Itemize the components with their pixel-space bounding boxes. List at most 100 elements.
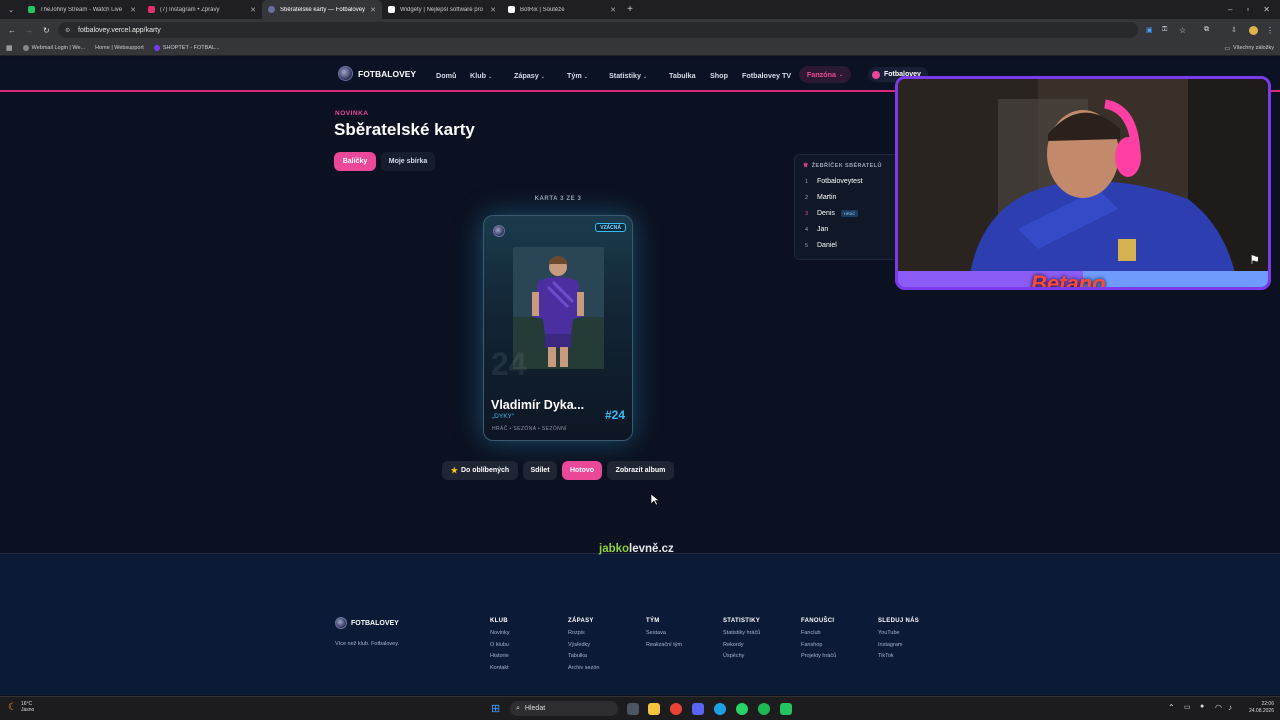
chrome-icon[interactable] [670, 703, 682, 715]
close-tab-icon[interactable]: ✕ [370, 6, 376, 14]
close-window-icon[interactable]: ✕ [1263, 5, 1270, 14]
bookmark-label: Webmail Login | We... [31, 45, 86, 51]
nav-tabulka[interactable]: Tabulka [669, 71, 696, 80]
footer-link[interactable]: Fanclub [801, 630, 836, 636]
footer-link[interactable]: Realizační tým [646, 642, 682, 648]
tray-app-icon[interactable]: ▭ [1184, 703, 1191, 711]
close-tab-icon[interactable]: ✕ [490, 6, 496, 14]
nav-label: Statistiky [609, 71, 641, 80]
all-bookmarks-button[interactable]: ▭ Všechny záložky [1224, 45, 1274, 52]
nav-shop[interactable]: Shop [710, 71, 728, 80]
footer-link[interactable]: Projekty hráčů [801, 653, 836, 659]
tab-packs[interactable]: Balíčky [334, 152, 376, 171]
footer-link[interactable]: Archiv sezón [568, 665, 600, 671]
translate-icon[interactable]: ▣ [1146, 26, 1153, 34]
nav-home[interactable]: Domů [436, 71, 456, 80]
footer-link[interactable]: Tabulka [568, 653, 600, 659]
footer-link[interactable]: Instagram [878, 642, 919, 648]
bookmark-webmail[interactable]: Webmail Login | We... [22, 45, 86, 51]
extensions-icon[interactable]: ⧉ [1204, 26, 1209, 34]
volume-icon[interactable]: ♪ [1228, 703, 1232, 712]
browser-tab-2[interactable]: (7) Instagram • Zprávy ✕ [142, 0, 262, 19]
bookmark-star-icon[interactable]: ☆ [1179, 26, 1186, 35]
nav-klub[interactable]: Klub ⌄ [470, 71, 492, 80]
site-info-icon[interactable]: ⚙ [65, 27, 70, 34]
apps-grid-icon[interactable]: ▦ [6, 44, 13, 52]
nav-statistiky[interactable]: Statistiky ⌄ [609, 71, 647, 80]
menu-kebab-icon[interactable]: ⋮ [1266, 26, 1274, 35]
leaderboard-row[interactable]: 1 Fotbaloveytest [805, 178, 863, 185]
footer-link[interactable]: Kontakt [490, 665, 510, 671]
nav-fanzona[interactable]: Fanzóna ⌄ [799, 66, 851, 83]
spotify-icon[interactable] [758, 703, 770, 715]
show-album-button[interactable]: Zobrazit album [607, 461, 674, 480]
footer-link[interactable]: O klubu [490, 642, 510, 648]
chevron-down-icon: ⌄ [487, 74, 493, 80]
close-tab-icon[interactable]: ✕ [130, 6, 136, 14]
task-view-icon[interactable] [627, 703, 639, 715]
windows-start-icon[interactable]: ⊞ [491, 702, 500, 715]
close-tab-icon[interactable]: ✕ [250, 6, 256, 14]
forward-icon[interactable]: → [25, 26, 33, 35]
downloads-icon[interactable]: ⇩ [1231, 26, 1237, 34]
back-icon[interactable]: ← [8, 26, 16, 35]
bookmark-websupport[interactable]: Home | Websupport [95, 45, 144, 51]
sponsor-jabkolevne-logo[interactable]: jabkolevně.cz [599, 543, 674, 555]
kick-app-icon[interactable] [780, 703, 792, 715]
whatsapp-icon[interactable] [736, 703, 748, 715]
close-tab-icon[interactable]: ✕ [610, 6, 616, 14]
footer-link[interactable]: Novinky [490, 630, 510, 636]
url-input[interactable]: ⚙ fotbalovey.vercel.app/karty [58, 22, 1138, 38]
minimize-icon[interactable]: – [1228, 5, 1232, 14]
player-name: Vladimír Dyka... [491, 398, 585, 412]
rank: 2 [805, 194, 809, 201]
site-logo[interactable]: FOTBALOVEY [338, 66, 416, 81]
nav-fotbalovey-tv[interactable]: Fotbalovey TV [742, 71, 791, 80]
leaderboard-row[interactable]: 2 Martin [805, 194, 836, 201]
new-tab-button[interactable]: + [622, 4, 638, 15]
footer-link[interactable]: Rekordy [723, 642, 760, 648]
footer-link[interactable]: Statistiky hráčů [723, 630, 760, 636]
taskbar-search[interactable]: ⌕ Hledat [510, 701, 618, 716]
favorite-button[interactable]: ★ Do oblíbených [442, 461, 518, 480]
browser-tab-5[interactable]: BotRix | Soutěže ✕ [502, 0, 622, 19]
footer-link[interactable]: Rozpis [568, 630, 600, 636]
tray-chevron-up-icon[interactable]: ⌃ [1168, 703, 1175, 712]
file-explorer-icon[interactable] [648, 703, 660, 715]
wifi-icon[interactable]: ◠ [1215, 703, 1222, 712]
footer-link[interactable]: YouTube [878, 630, 919, 636]
discord-icon[interactable] [692, 703, 704, 715]
done-button[interactable]: Hotovo [562, 461, 602, 480]
bookmark-label: SHOPTET - FOTBAL... [162, 45, 220, 51]
tab-search-icon[interactable]: ⌄ [0, 0, 22, 19]
edge-icon[interactable] [714, 703, 726, 715]
footer-link[interactable]: Fanshop [801, 642, 836, 648]
tab-my-collection[interactable]: Moje sbírka [381, 152, 435, 171]
share-button[interactable]: Sdílet [523, 461, 557, 480]
clock[interactable]: 22:06 24.08.2026 [1242, 701, 1274, 715]
page-kicker: NOVINKA [335, 110, 369, 117]
footer-link[interactable]: Výsledky [568, 642, 600, 648]
leaderboard-row[interactable]: 3 Denis HRÁČ [805, 210, 859, 217]
footer-link[interactable]: Úspěchy [723, 653, 760, 659]
browser-tab-4[interactable]: Widgety | Nejlepší software pro ✕ [382, 0, 502, 19]
profile-avatar-icon[interactable] [1249, 25, 1258, 35]
browser-tab-1[interactable]: TheJohny Stream - Watch Live ✕ [22, 0, 142, 19]
collectible-card[interactable]: VZÁCNÁ 24 Vladimír Dyka... „DYKY“ #24 HR… [483, 215, 633, 441]
footer-brand[interactable]: FOTBALOVEY [335, 617, 399, 629]
nav-zapasy[interactable]: Zápasy ⌄ [514, 71, 545, 80]
footer-link[interactable]: TikTok [878, 653, 919, 659]
footer-link[interactable]: Historie [490, 653, 510, 659]
bookmark-shoptet[interactable]: SHOPTET - FOTBAL... [153, 45, 220, 51]
browser-tab-3-active[interactable]: Sběratelské karty — Fotbalovey ✕ [262, 0, 382, 19]
maximize-icon[interactable]: ▫ [1246, 5, 1249, 14]
key-icon[interactable]: ⚿ [1162, 26, 1167, 34]
weather-widget[interactable]: ☾ 16°C Jasno [8, 701, 34, 713]
microphone-icon[interactable]: ● [1200, 703, 1204, 710]
reload-icon[interactable]: ↻ [43, 26, 50, 35]
leaderboard-row[interactable]: 4 Jan [805, 226, 828, 233]
leaderboard-row[interactable]: 5 Daniel [805, 242, 837, 249]
nav-tym[interactable]: Tým ⌄ [567, 71, 588, 80]
footer-link[interactable]: Sestava [646, 630, 682, 636]
rarity-badge: VZÁCNÁ [595, 223, 626, 232]
